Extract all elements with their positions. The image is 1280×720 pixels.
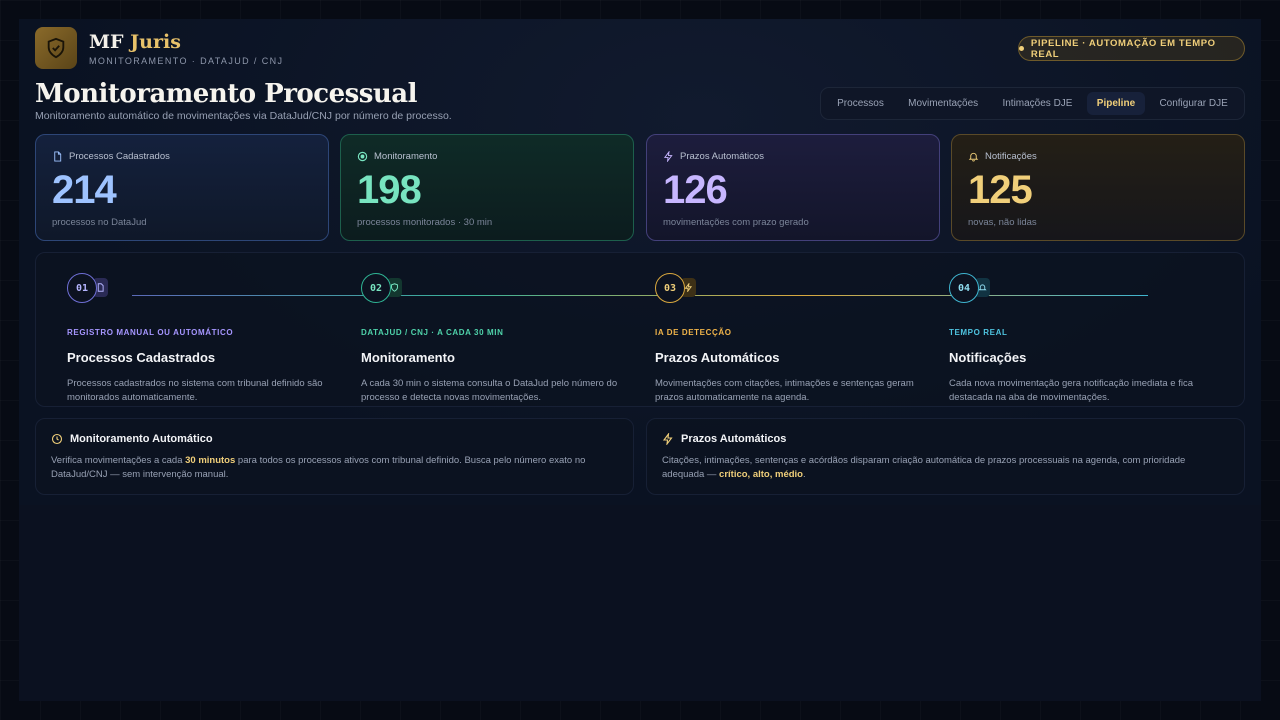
clock-icon xyxy=(51,433,63,445)
pipeline-status-label: PIPELINE · AUTOMAÇÃO EM TEMPO REAL xyxy=(1030,37,1216,60)
stat-label-row: Notificações xyxy=(968,151,1228,162)
stat-card-monitoramento: Monitoramento 198 processos monitorados … xyxy=(340,134,634,241)
step-text: A cada 30 min o sistema consulta o DataJ… xyxy=(361,378,618,403)
info-head: Monitoramento Automático xyxy=(51,433,618,445)
step-name: Notificações xyxy=(949,350,1027,365)
status-dot-icon xyxy=(1019,46,1024,51)
stat-label: Notificações xyxy=(985,151,1037,162)
pipeline-flow: 01 REGISTRO MANUAL OU AUTOMÁTICO Process… xyxy=(35,252,1245,407)
step-number: 01 xyxy=(67,273,97,303)
step-name: Monitoramento xyxy=(361,350,455,365)
info-title: Prazos Automáticos xyxy=(681,433,787,445)
step-number: 03 xyxy=(655,273,685,303)
stat-value: 125 xyxy=(968,168,1033,212)
stat-desc: movimentações com prazo gerado xyxy=(663,217,809,228)
info-head: Prazos Automáticos xyxy=(662,433,1229,445)
stat-desc: processos monitorados · 30 min xyxy=(357,217,493,228)
shield-logo-icon xyxy=(35,27,77,69)
step-name: Processos Cadastrados xyxy=(67,350,216,365)
stat-desc: novas, não lidas xyxy=(968,217,1037,228)
stat-value: 126 xyxy=(663,168,728,212)
tab-movimentacoes[interactable]: Movimentações xyxy=(898,92,988,115)
tab-pipeline[interactable]: Pipeline xyxy=(1086,92,1146,115)
pipeline-step-1: 01 REGISTRO MANUAL OU AUTOMÁTICO Process… xyxy=(67,273,337,405)
step-number: 04 xyxy=(949,273,979,303)
pipeline-step-3: 03 IA DE DETECÇÃO Prazos Automáticos Mov… xyxy=(655,273,925,405)
stat-label-row: Monitoramento xyxy=(357,151,617,162)
info-card-monitoramento: Monitoramento Automático Verifica movime… xyxy=(35,418,634,495)
brand-subtitle: MONITORAMENTO · DATAJUD / CNJ xyxy=(89,56,284,66)
stat-label: Processos Cadastrados xyxy=(69,151,170,162)
tab-configurar-dje[interactable]: Configurar DJE xyxy=(1149,92,1237,115)
info-highlight: 30 minutos xyxy=(185,455,236,466)
brand-name-main: MF xyxy=(89,31,124,53)
info-card-prazos: Prazos Automáticos Citações, intimações,… xyxy=(646,418,1245,495)
pipeline-step-4: 04 TEMPO REAL Notificações Cada nova mov… xyxy=(949,273,1219,405)
tab-intimacoes-dje[interactable]: Intimações DJE xyxy=(992,92,1082,115)
step-number: 02 xyxy=(361,273,391,303)
target-icon xyxy=(357,151,368,162)
tab-bar: Processos Movimentações Intimações DJE P… xyxy=(820,87,1245,120)
stat-label-row: Processos Cadastrados xyxy=(52,151,312,162)
brand-name: MF Juris xyxy=(89,31,181,53)
info-body: Verifica movimentações a cada 30 minutos… xyxy=(51,454,618,482)
pipeline-step-2: 02 DATAJUD / CNJ · A CADA 30 MIN Monitor… xyxy=(361,273,631,405)
info-text-before: Verifica movimentações a cada xyxy=(51,455,186,466)
stat-card-prazos: Prazos Automáticos 126 movimentações com… xyxy=(646,134,940,241)
step-tag: TEMPO REAL xyxy=(949,328,1008,337)
stat-card-notificacoes: Notificações 125 novas, não lidas xyxy=(951,134,1245,241)
step-text: Processos cadastrados no sistema com tri… xyxy=(67,378,323,403)
step-text: Cada nova movimentação gera notificação … xyxy=(949,378,1193,403)
step-name: Prazos Automáticos xyxy=(655,350,780,365)
stat-value: 214 xyxy=(52,168,117,212)
info-title: Monitoramento Automático xyxy=(70,433,213,445)
step-text: Movimentações com citações, intimações e… xyxy=(655,378,914,403)
step-tag: REGISTRO MANUAL OU AUTOMÁTICO xyxy=(67,328,234,337)
bell-icon xyxy=(968,152,979,162)
pipeline-status-badge: PIPELINE · AUTOMAÇÃO EM TEMPO REAL xyxy=(1018,36,1245,61)
stat-label-row: Prazos Automáticos xyxy=(663,151,923,162)
bolt-icon xyxy=(662,433,673,445)
step-tag: IA DE DETECÇÃO xyxy=(655,328,732,337)
info-text-after: . xyxy=(802,469,806,480)
info-highlight: crítico, alto, médio xyxy=(719,469,803,480)
page-title: Monitoramento Processual xyxy=(35,79,418,109)
page-subtitle: Monitoramento automático de movimentaçõe… xyxy=(35,110,452,122)
bolt-icon xyxy=(663,151,673,162)
info-body: Citações, intimações, sentenças e acórdã… xyxy=(662,454,1229,482)
stat-value: 198 xyxy=(357,168,422,212)
stat-card-processos: Processos Cadastrados 214 processos no D… xyxy=(35,134,329,241)
stat-label: Monitoramento xyxy=(374,151,438,162)
document-icon xyxy=(54,151,62,162)
tab-processos[interactable]: Processos xyxy=(827,92,894,115)
step-tag: DATAJUD / CNJ · A CADA 30 MIN xyxy=(361,328,504,337)
stat-label: Prazos Automáticos xyxy=(680,151,764,162)
stat-desc: processos no DataJud xyxy=(52,217,147,228)
brand-name-accent: Juris xyxy=(130,31,181,53)
